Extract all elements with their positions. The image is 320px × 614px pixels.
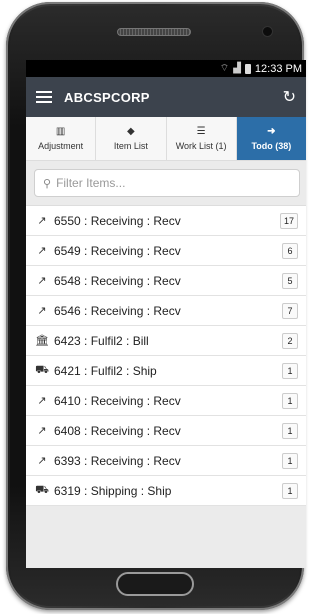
item-label: 6550 : Receiving : Recv xyxy=(54,213,181,228)
trend-icon: ↗ xyxy=(37,245,47,257)
item-count-badge: 2 xyxy=(282,332,298,349)
barcode-icon: ▥ xyxy=(55,125,66,137)
item-count-badge: 1 xyxy=(282,392,298,409)
phone-camera xyxy=(262,26,273,37)
signal-icon: ▟ xyxy=(233,63,241,74)
item-label: 6546 : Receiving : Recv xyxy=(54,303,181,318)
bank-icon: 🏛 xyxy=(35,335,49,347)
battery-icon xyxy=(244,63,251,74)
item-label: 6319 : Shipping : Ship xyxy=(54,483,172,498)
item-count-badge: 5 xyxy=(282,272,298,289)
list-icon: ☰ xyxy=(196,125,206,137)
tag-icon: ◆ xyxy=(127,125,135,137)
wifi-icon: ⌔ xyxy=(219,63,230,74)
trend-icon: ↗ xyxy=(37,395,47,407)
list-item[interactable]: ↗ 6408 : Receiving : Recv 1 xyxy=(26,416,306,446)
item-count-badge: 1 xyxy=(282,422,298,439)
item-count-badge: 17 xyxy=(279,212,298,229)
list-item[interactable]: ↗ 6410 : Receiving : Recv 1 xyxy=(26,386,306,416)
item-label: 6548 : Receiving : Recv xyxy=(54,273,181,288)
todo-list: ↗ 6550 : Receiving : Recv 17 ↗ 6549 : Re… xyxy=(26,205,306,506)
status-bar: ⌔ ▟ 12:33 PM xyxy=(26,60,306,77)
item-label: 6423 : Fulfil2 : Bill xyxy=(54,333,149,348)
list-item[interactable]: ↗ 6549 : Receiving : Recv 6 xyxy=(26,236,306,266)
trend-icon: ↗ xyxy=(37,215,47,227)
list-item[interactable]: 🏛 6423 : Fulfil2 : Bill 2 xyxy=(26,326,306,356)
item-count-badge: 7 xyxy=(282,302,298,319)
list-item[interactable]: ↗ 6548 : Receiving : Recv 5 xyxy=(26,266,306,296)
tab-work-list[interactable]: ☰ Work List (1) xyxy=(167,117,237,160)
phone-speaker xyxy=(117,28,191,36)
tab-todo[interactable]: ➜ Todo (38) xyxy=(236,117,306,160)
tab-bar: ▥ Adjustment ◆ Item List ☰ Work List (1)… xyxy=(26,117,306,161)
item-label: 6421 : Fulfil2 : Ship xyxy=(54,363,157,378)
truck-icon: ⛟ xyxy=(35,363,49,376)
item-label: 6408 : Receiving : Recv xyxy=(54,423,181,438)
trend-icon: ↗ xyxy=(37,455,47,467)
tab-adjustment[interactable]: ▥ Adjustment xyxy=(26,117,97,160)
arrow-right-icon: ➜ xyxy=(267,125,276,137)
filter-box: ⚲ xyxy=(34,169,300,197)
tab-label: Item List xyxy=(113,140,148,151)
list-item[interactable]: ↗ 6546 : Receiving : Recv 7 xyxy=(26,296,306,326)
list-item[interactable]: ⛟ 6421 : Fulfil2 : Ship 1 xyxy=(26,356,306,386)
item-count-badge: 1 xyxy=(282,452,298,469)
trend-icon: ↗ xyxy=(37,425,47,437)
tab-label: Work List (1) xyxy=(175,140,227,151)
item-label: 6549 : Receiving : Recv xyxy=(54,243,181,258)
hamburger-menu-icon[interactable] xyxy=(36,91,52,103)
search-icon: ⚲ xyxy=(43,177,52,190)
trend-icon: ↗ xyxy=(37,305,47,317)
item-label: 6393 : Receiving : Recv xyxy=(54,453,181,468)
app-title: ABCSPCORP xyxy=(64,89,150,105)
item-count-badge: 6 xyxy=(282,242,298,259)
tab-label: Adjustment xyxy=(38,140,84,151)
item-label: 6410 : Receiving : Recv xyxy=(54,393,181,408)
list-item[interactable]: ⛟ 6319 : Shipping : Ship 1 xyxy=(26,476,306,506)
truck-icon: ⛟ xyxy=(35,483,49,496)
refresh-icon[interactable]: ↻ xyxy=(283,87,296,107)
trend-icon: ↗ xyxy=(37,275,47,287)
filter-input[interactable] xyxy=(56,176,291,190)
tab-label: Todo (38) xyxy=(251,140,292,151)
tab-item-list[interactable]: ◆ Item List xyxy=(96,117,167,160)
app-bar: ABCSPCORP ↻ xyxy=(26,77,306,117)
item-count-badge: 1 xyxy=(282,482,298,499)
home-button[interactable] xyxy=(116,572,194,596)
item-count-badge: 1 xyxy=(282,362,298,379)
list-item[interactable]: ↗ 6393 : Receiving : Recv 1 xyxy=(26,446,306,476)
status-time: 12:33 PM xyxy=(254,62,302,75)
main-content: ⚲ ↗ 6550 : Receiving : Recv 17 ↗ 6549 : … xyxy=(26,161,306,506)
app-screen: ⌔ ▟ 12:33 PM ABCSPCORP ↻ ▥ Adjustment ◆ … xyxy=(26,60,306,568)
list-item[interactable]: ↗ 6550 : Receiving : Recv 17 xyxy=(26,206,306,236)
